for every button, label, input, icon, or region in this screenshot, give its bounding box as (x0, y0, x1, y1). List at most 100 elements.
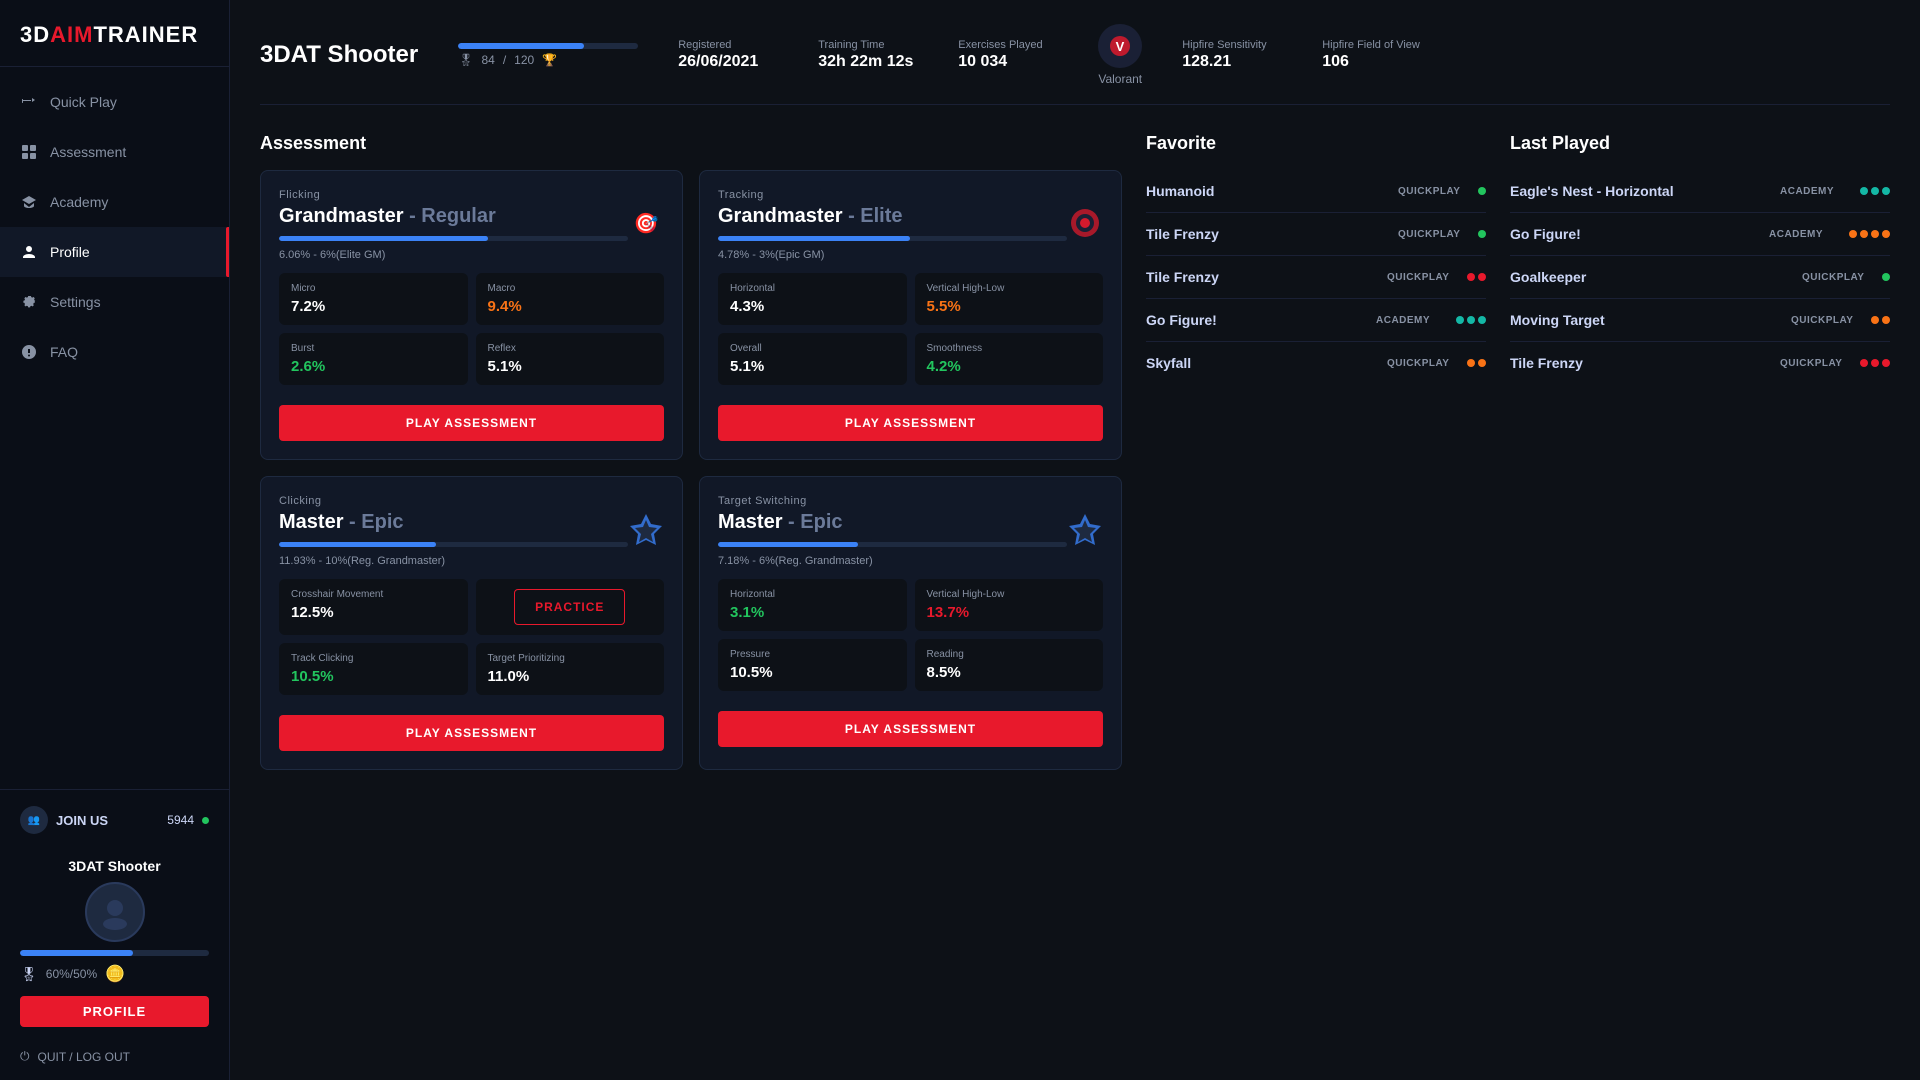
lp-dots-tile-frenzy (1860, 359, 1890, 367)
card-category-tracking: Tracking (718, 189, 1103, 201)
dot (1860, 187, 1868, 195)
fav-dots-tile-frenzy-2 (1467, 273, 1486, 281)
fav-type-humanoid: QUICKPLAY (1398, 186, 1468, 197)
dot (1849, 230, 1857, 238)
assessment-card-target-switching: Target Switching Master - Epic 7. (699, 476, 1122, 770)
fav-row-go-figure: Go Figure! ACADEMY (1146, 299, 1486, 342)
sidebar-avatar (85, 882, 145, 942)
sidebar-label-assessment: Assessment (50, 144, 126, 160)
sidebar-item-settings[interactable]: Settings (0, 277, 229, 327)
last-played-list: Eagle's Nest - Horizontal ACADEMY Go Fig… (1510, 170, 1890, 384)
stat-micro: Micro 7.2% (279, 273, 468, 325)
assessment-title: Assessment (260, 133, 1122, 154)
sidebar-item-faq[interactable]: FAQ (0, 327, 229, 377)
card-pct-tracking: 4.78% - 3%(Epic GM) (718, 249, 1067, 261)
dot (1478, 187, 1486, 195)
fav-name-skyfall: Skyfall (1146, 355, 1377, 371)
card-header-clicking: Master - Epic 11.93% - 10%(Reg. Grandmas… (279, 511, 664, 567)
sidebar-item-assessment[interactable]: Assessment (0, 127, 229, 177)
quit-button[interactable]: ⏻ QUIT / LOG OUT (20, 1037, 209, 1064)
quit-label: QUIT / LOG OUT (38, 1050, 130, 1064)
dot (1882, 230, 1890, 238)
assessment-card-clicking: Clicking Master - Epic 11.93% - 1 (260, 476, 683, 770)
card-stats-tracking: Horizontal 4.3% Vertical High-Low 5.5% O… (718, 273, 1103, 385)
xp-icon: 🎖 (20, 966, 38, 983)
card-progress-bar-outer-clicking (279, 542, 628, 547)
dot (1871, 187, 1879, 195)
sidebar-item-profile[interactable]: Profile (0, 227, 229, 277)
sidebar-item-academy[interactable]: Academy (0, 177, 229, 227)
play-assessment-target-switching[interactable]: PLAY ASSESSMENT (718, 711, 1103, 747)
last-played-title: Last Played (1510, 133, 1890, 154)
card-rank-target-switching: Master - Epic (718, 511, 1067, 534)
card-progress-bar-clicking (279, 542, 436, 547)
lp-name-eagles-nest: Eagle's Nest - Horizontal (1510, 183, 1770, 199)
fav-row-skyfall: Skyfall QUICKPLAY (1146, 342, 1486, 384)
sidebar-label-faq: FAQ (50, 344, 78, 360)
play-assessment-flicking[interactable]: PLAY ASSESSMENT (279, 405, 664, 441)
profile-button[interactable]: PROFILE (20, 996, 209, 1027)
stat-ts-horizontal: Horizontal 3.1% (718, 579, 907, 631)
xp-coin: 🪙 (105, 964, 125, 984)
dot (1882, 359, 1890, 367)
header-stat-exercises: Exercises Played 10 034 (958, 39, 1058, 71)
main-content: 3DAT Shooter 🎖 84 / 120 🏆 Registered 26/… (230, 0, 1920, 1080)
fav-type-tile-frenzy-1: QUICKPLAY (1398, 229, 1468, 240)
fav-name-tile-frenzy-2: Tile Frenzy (1146, 269, 1377, 285)
play-assessment-tracking[interactable]: PLAY ASSESSMENT (718, 405, 1103, 441)
card-header-flicking: Grandmaster - Regular 6.06% - 6%(Elite G… (279, 205, 664, 261)
stat-track-clicking: Track Clicking 10.5% (279, 643, 468, 695)
online-dot (202, 817, 209, 824)
sections-row: Assessment Flicking Grandmaster - Regula… (260, 133, 1890, 770)
join-us-avatar: 👥 (20, 806, 48, 834)
card-progress-wrap-target-switching (718, 542, 1067, 547)
lp-row-moving-target: Moving Target QUICKPLAY (1510, 299, 1890, 342)
lp-type-eagles-nest: ACADEMY (1780, 186, 1850, 197)
fav-row-tile-frenzy-2: Tile Frenzy QUICKPLAY (1146, 256, 1486, 299)
sidebar-label-settings: Settings (50, 294, 101, 310)
join-us-label: JOIN US (56, 813, 159, 828)
card-progress-bar-outer-tracking (718, 236, 1067, 241)
play-assessment-clicking[interactable]: PLAY ASSESSMENT (279, 715, 664, 751)
fav-row-humanoid: Humanoid QUICKPLAY (1146, 170, 1486, 213)
join-us-count: 5944 (167, 813, 194, 827)
game-icon-circle: V (1098, 24, 1142, 68)
lp-row-goalkeeper: Goalkeeper QUICKPLAY (1510, 256, 1890, 299)
assessment-section: Assessment Flicking Grandmaster - Regula… (260, 133, 1122, 770)
header-progress-bar (458, 43, 584, 49)
practice-button[interactable]: PRACTICE (514, 589, 625, 625)
card-progress-target-switching: Master - Epic 7.18% - 6%(Reg. Grandmaste… (718, 511, 1067, 567)
lp-dots-eagles-nest (1860, 187, 1890, 195)
stat-crosshair: Crosshair Movement 12.5% (279, 579, 468, 635)
card-rank-tracking: Grandmaster - Elite (718, 205, 1067, 228)
lp-type-goalkeeper: QUICKPLAY (1802, 272, 1872, 283)
rank-badge-tracking (1067, 205, 1103, 241)
sidebar-profile-name: 3DAT Shooter (68, 858, 160, 874)
card-pct-flicking: 6.06% - 6%(Elite GM) (279, 249, 628, 261)
sidebar-label-profile: Profile (50, 244, 90, 260)
training-value: 32h 22m 12s (818, 53, 918, 71)
fav-type-skyfall: QUICKPLAY (1387, 358, 1457, 369)
favorite-section: Favorite Humanoid QUICKPLAY Tile Frenzy … (1146, 133, 1486, 770)
stat-ts-pressure: Pressure 10.5% (718, 639, 907, 691)
lp-row-eagles-nest: Eagle's Nest - Horizontal ACADEMY (1510, 170, 1890, 213)
hipfire-fov-label: Hipfire Field of View (1322, 39, 1422, 51)
progress-icon-left: 🎖 (458, 53, 473, 67)
stat-macro: Macro 9.4% (476, 273, 665, 325)
stat-ts-reading: Reading 8.5% (915, 639, 1104, 691)
fav-name-tile-frenzy-1: Tile Frenzy (1146, 226, 1388, 242)
header-stat-registered: Registered 26/06/2021 (678, 39, 778, 71)
game-label: Valorant (1098, 72, 1142, 86)
power-icon: ⏻ (20, 1049, 30, 1064)
dot (1860, 230, 1868, 238)
fav-type-go-figure: ACADEMY (1376, 315, 1446, 326)
fav-name-go-figure: Go Figure! (1146, 312, 1366, 328)
hipfire-sens-label: Hipfire Sensitivity (1182, 39, 1282, 51)
card-pct-clicking: 11.93% - 10%(Reg. Grandmaster) (279, 555, 628, 567)
logo-aim: AIM (50, 22, 93, 47)
stat-overall: Overall 5.1% (718, 333, 907, 385)
header-progress-labels: 🎖 84 / 120 🏆 (458, 53, 638, 67)
sidebar-item-quick-play[interactable]: Quick Play (0, 77, 229, 127)
mortarboard-icon (20, 193, 38, 211)
header-stat-hipfire-fov: Hipfire Field of View 106 (1322, 39, 1422, 71)
